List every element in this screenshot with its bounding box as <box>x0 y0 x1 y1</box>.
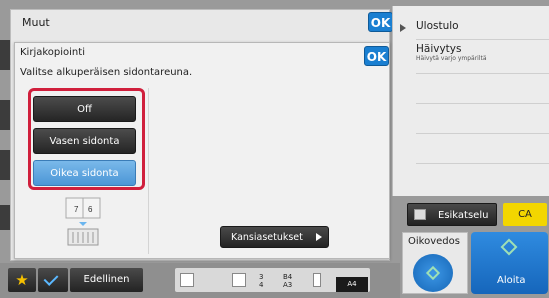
paper-size-indicator: A4 <box>336 277 368 292</box>
diagram-page-left: 7 <box>74 205 79 214</box>
play-icon <box>400 24 406 32</box>
option-off-button[interactable]: Off <box>33 96 136 122</box>
right-item-empty[interactable] <box>416 74 549 104</box>
previous-button[interactable]: Edellinen <box>70 268 143 292</box>
main-title: Muut <box>22 16 50 29</box>
diagram-page-right: 6 <box>88 205 93 214</box>
right-item-output[interactable]: Ulostulo <box>416 12 549 40</box>
cover-settings-label: Kansiasetukset <box>231 232 303 243</box>
proof-copy-label: Oikovedos <box>408 236 460 247</box>
right-item-fade[interactable]: Häivytys Häivytä varjo ympäriltä <box>416 40 549 74</box>
ca-button[interactable]: CA <box>503 203 547 226</box>
arrow-right-icon <box>316 233 322 241</box>
side-tab[interactable] <box>0 100 10 130</box>
dialog-instruction: Valitse alkuperäisen sidontareuna. <box>20 67 193 78</box>
star-icon: ★ <box>15 271 29 289</box>
tray-size: B4 <box>283 273 293 281</box>
start-label: Aloita <box>497 275 526 286</box>
tray-number: 3 <box>259 273 264 281</box>
cover-settings-button[interactable]: Kansiasetukset <box>220 226 329 248</box>
main-ok-button[interactable]: OK <box>368 12 393 32</box>
right-item-label: Häivytys <box>416 43 462 55</box>
scan-icon <box>180 273 194 287</box>
favorite-star-button[interactable]: ★ <box>8 268 36 292</box>
side-tab[interactable] <box>0 40 10 70</box>
tray-size: A3 <box>283 281 293 289</box>
binding-diagram-icon: 7 6 <box>63 196 103 246</box>
right-item-empty[interactable] <box>416 104 549 134</box>
dialog-title: Kirjakopiointi <box>20 47 85 58</box>
tray-number: 4 <box>259 281 264 289</box>
right-item-sub: Häivytä varjo ympäriltä <box>416 55 487 62</box>
option-right-binding-button[interactable]: Oikea sidonta <box>33 160 136 186</box>
divider <box>148 88 149 254</box>
option-left-binding-button[interactable]: Vasen sidonta <box>33 128 136 154</box>
right-item-empty[interactable] <box>416 134 549 164</box>
preview-icon <box>414 209 426 220</box>
side-tab[interactable] <box>0 205 10 230</box>
tray-sizes: B4 A3 <box>283 273 292 289</box>
side-tab[interactable] <box>0 150 10 180</box>
dialog-ok-button[interactable]: OK <box>364 46 389 66</box>
document-icon <box>232 273 246 287</box>
tray-numbers: 3 4 <box>259 273 263 289</box>
tray-icon <box>313 273 321 287</box>
right-item-label: Ulostulo <box>416 20 459 32</box>
